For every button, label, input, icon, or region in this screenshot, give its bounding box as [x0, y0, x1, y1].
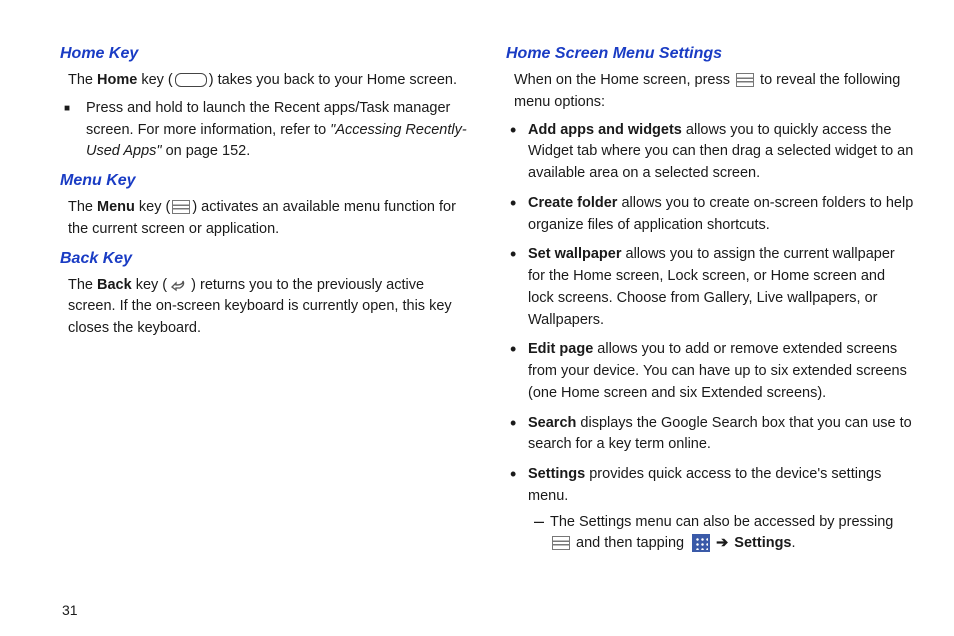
- text: key (: [135, 199, 170, 215]
- list-item: Settings provides quick access to the de…: [524, 464, 914, 555]
- paragraph-home-key: The Home key ( ) takes you back to your H…: [68, 70, 468, 92]
- left-column: Home Key The Home key ( ) takes you back …: [60, 36, 468, 563]
- menu-key-icon: [172, 200, 190, 214]
- apps-icon: [692, 534, 710, 552]
- list-item: Edit page allows you to add or remove ex…: [524, 339, 914, 404]
- menu-key-icon: [552, 536, 570, 550]
- home-key-bullets: Press and hold to launch the Recent apps…: [60, 98, 468, 163]
- text-bold: Menu: [97, 199, 135, 215]
- list-item: Set wallpaper allows you to assign the c…: [524, 244, 914, 331]
- list-item: The Settings menu can also be accessed b…: [546, 512, 914, 556]
- text: key (: [132, 277, 167, 293]
- back-key-icon: [169, 278, 189, 292]
- text: key (: [137, 72, 172, 88]
- text: The: [68, 199, 97, 215]
- text-bold: Home: [97, 72, 137, 88]
- text: When on the Home screen, press: [514, 72, 734, 88]
- menu-key-icon: [736, 73, 754, 87]
- arrow-icon: ➔: [716, 535, 728, 551]
- settings-sublist: The Settings menu can also be accessed b…: [528, 512, 914, 556]
- page-number: 31: [62, 600, 78, 621]
- paragraph-back-key: The Back key () returns you to the previ…: [68, 275, 468, 340]
- text: The: [68, 277, 97, 293]
- heading-home-key: Home Key: [60, 42, 468, 66]
- menu-options-list: Add apps and widgets allows you to quick…: [506, 120, 914, 556]
- text: The: [68, 72, 97, 88]
- list-item: Search displays the Google Search box th…: [524, 413, 914, 457]
- text: .: [792, 535, 796, 551]
- text: on page 152.: [162, 143, 251, 159]
- text-bold: Search: [528, 415, 576, 431]
- text: and then tapping: [572, 535, 688, 551]
- text-bold: Settings: [734, 535, 791, 551]
- list-item: Create folder allows you to create on-sc…: [524, 193, 914, 237]
- text-bold: Edit page: [528, 341, 593, 357]
- heading-back-key: Back Key: [60, 247, 468, 271]
- text: The Settings menu can also be accessed b…: [550, 514, 893, 530]
- text-bold: Back: [97, 277, 132, 293]
- list-item: Press and hold to launch the Recent apps…: [82, 98, 468, 163]
- right-column: Home Screen Menu Settings When on the Ho…: [506, 36, 914, 563]
- text-bold: Add apps and widgets: [528, 122, 682, 138]
- text-bold: Settings: [528, 466, 585, 482]
- paragraph-menu-key: The Menu key () activates an available m…: [68, 197, 468, 241]
- text: displays the Google Search box that you …: [528, 415, 912, 453]
- text-bold: Set wallpaper: [528, 246, 621, 262]
- heading-menu-key: Menu Key: [60, 169, 468, 193]
- home-key-icon: [175, 73, 207, 87]
- heading-home-screen-menu: Home Screen Menu Settings: [506, 42, 914, 66]
- text-bold: Create folder: [528, 195, 617, 211]
- text: ) takes you back to your Home screen.: [209, 72, 457, 88]
- paragraph-intro: When on the Home screen, press to reveal…: [514, 70, 914, 114]
- list-item: Add apps and widgets allows you to quick…: [524, 120, 914, 185]
